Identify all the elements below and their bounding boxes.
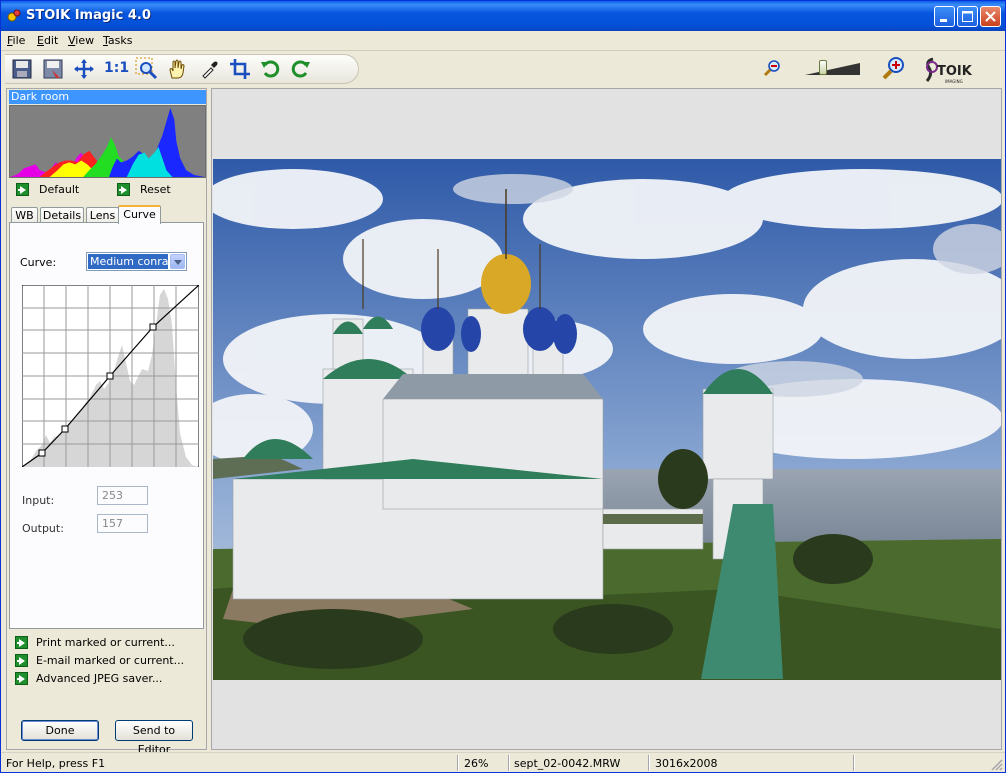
crop-icon[interactable] [229,58,251,80]
tab-details[interactable]: Details [40,207,84,223]
menu-view[interactable]: View [68,34,94,47]
resize-grip-icon[interactable] [991,759,1003,771]
zoom-in-icon[interactable] [882,56,906,80]
input-field[interactable]: 253 [97,486,148,505]
menu-edit[interactable]: Edit [37,34,58,47]
app-window: STOIK Imagic 4.0 File Edit View Tasks 1:… [0,0,1006,773]
title-bar[interactable]: STOIK Imagic 4.0 [1,1,1005,31]
window-title: STOIK Imagic 4.0 [26,8,151,23]
minimize-button[interactable] [934,6,955,27]
fit-icon[interactable] [73,58,95,80]
status-bar: For Help, press F1 26% sept_02-0042.MRW … [1,752,1005,772]
stoik-logo: TOIK IMAGING [925,57,973,84]
svg-text:IMAGING: IMAGING [945,79,963,84]
dark-room-panel: Dark room Default Reset WB Details Lens … [6,88,207,756]
status-divider [457,755,458,771]
green-arrow-icon [15,672,28,685]
input-label: Input: [22,494,55,507]
eyedropper-icon[interactable] [199,58,221,80]
default-button[interactable]: Default [16,183,79,196]
green-arrow-icon [15,636,28,649]
curve-preset-select[interactable]: Medium conrast [86,252,187,271]
minimize-icon [940,19,947,22]
chevron-down-icon[interactable] [170,254,185,269]
output-label: Output: [22,522,64,535]
hand-icon[interactable] [166,58,188,80]
curve-point[interactable] [61,425,69,433]
menu-tasks[interactable]: Tasks [103,34,132,47]
svg-text:TOIK: TOIK [937,64,973,79]
toolbar: 1:1 TOIK IMAGING [1,51,1005,87]
output-field[interactable]: 157 [97,514,148,533]
status-divider [853,755,854,771]
maximize-button[interactable] [957,6,978,27]
photo-preview[interactable] [213,159,1001,680]
tab-strip: WB Details Lens Curve [11,205,207,224]
rotate-right-icon[interactable] [290,58,312,80]
tab-wb[interactable]: WB [11,207,38,223]
tab-curve[interactable]: Curve [118,205,161,224]
email-link[interactable]: E-mail marked or current... [15,654,184,667]
close-icon [985,11,996,22]
send-to-editor-button[interactable]: Send to Editor [115,720,193,756]
curve-preset-value: Medium conrast [88,254,168,269]
status-zoom: 26% [464,757,489,770]
maximize-icon [962,11,973,22]
tab-lens[interactable]: Lens [86,207,119,223]
curve-point[interactable] [106,372,114,380]
curve-point[interactable] [149,323,157,331]
print-link[interactable]: Print marked or current... [15,636,175,649]
menu-file[interactable]: File [7,34,25,47]
actual-size-button[interactable]: 1:1 [104,60,129,82]
green-arrow-icon [15,654,28,667]
zoom-slider[interactable] [805,62,860,76]
status-dimensions: 3016x2008 [655,757,718,770]
zoom-slider-thumb[interactable] [819,60,828,75]
tone-curve-editor[interactable] [22,285,199,467]
histogram [9,105,206,178]
status-divider [648,755,649,771]
green-arrow-icon [117,183,130,196]
curve-label: Curve: [20,256,57,269]
zoom-out-icon[interactable] [763,59,781,77]
image-view[interactable] [211,88,1002,750]
rotate-left-icon[interactable] [259,58,281,80]
reset-button[interactable]: Reset [117,183,171,196]
app-icon [7,9,21,22]
curve-point[interactable] [38,449,46,457]
save-icon[interactable] [11,58,33,80]
panel-title: Dark room [9,90,206,104]
jpeg-saver-link[interactable]: Advanced JPEG saver... [15,672,162,685]
zoom-rect-icon[interactable] [135,57,159,81]
curve-tab-page: Curve: Medium conrast [9,222,204,629]
status-filename: sept_02-0042.MRW [514,757,621,770]
menu-bar: File Edit View Tasks [1,31,1005,51]
save-as-icon[interactable] [42,58,64,80]
close-button[interactable] [980,6,1001,27]
green-arrow-icon [16,183,29,196]
status-help: For Help, press F1 [6,757,106,770]
status-divider [508,755,509,771]
done-button[interactable]: Done [21,720,99,741]
